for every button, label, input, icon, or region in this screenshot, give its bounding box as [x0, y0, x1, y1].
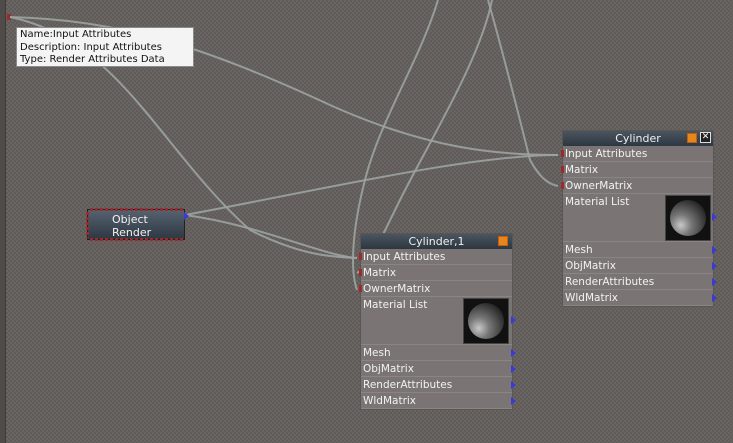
port-mesh[interactable]: Mesh — [563, 242, 717, 258]
node-graph-canvas[interactable]: Name:Input Attributes Description: Input… — [0, 0, 733, 443]
object-render-line2: Render — [112, 226, 152, 239]
object-render-node[interactable]: Object Render — [86, 208, 189, 241]
close-icon[interactable]: ✕ — [700, 132, 711, 143]
object-render-output-pin[interactable] — [184, 212, 189, 220]
offscreen-input-pin[interactable] — [7, 14, 11, 20]
node-color-button[interactable] — [687, 133, 697, 143]
wire-objrender-to-cylinder-input — [184, 154, 559, 216]
cylinder1-node[interactable]: Cylinder,1 Input Attributes Matrix Owner… — [359, 233, 516, 410]
port-wld-matrix[interactable]: WldMatrix — [361, 393, 516, 409]
tooltip-name: Name:Input Attributes — [20, 29, 132, 40]
wire-objrender-to-cylinder1-input — [184, 214, 358, 259]
cylinder1-node-header[interactable]: Cylinder,1 — [361, 234, 512, 249]
port-obj-matrix[interactable]: ObjMatrix — [361, 361, 516, 377]
port-wld-matrix[interactable]: WldMatrix — [563, 290, 717, 306]
cylinder1-node-title: Cylinder,1 — [408, 235, 465, 248]
material-output-pin[interactable] — [712, 213, 717, 221]
material-list-area: Material List — [563, 194, 717, 242]
material-preview-sphere[interactable] — [665, 195, 711, 241]
port-obj-matrix[interactable]: ObjMatrix — [563, 258, 717, 274]
material-output-pin[interactable] — [511, 316, 516, 324]
cylinder-node[interactable]: Cylinder ✕ Input Attributes Matrix Owner… — [561, 130, 717, 307]
object-render-left-pins[interactable] — [86, 212, 89, 238]
port-tooltip: Name:Input Attributes Description: Input… — [16, 27, 194, 67]
node-color-button[interactable] — [498, 236, 508, 246]
cylinder-node-title: Cylinder — [615, 132, 661, 145]
cylinder-node-header[interactable]: Cylinder ✕ — [563, 131, 713, 146]
port-mesh[interactable]: Mesh — [361, 345, 516, 361]
tooltip-description: Description: Input Attributes — [20, 41, 162, 53]
port-input-attributes[interactable]: Input Attributes — [359, 249, 512, 265]
object-render-line1: Object — [112, 213, 148, 226]
material-list-area: Material List — [361, 297, 516, 345]
port-input-attributes[interactable]: Input Attributes — [561, 146, 713, 162]
canvas-left-edge — [0, 0, 6, 443]
port-matrix[interactable]: Matrix — [561, 162, 713, 178]
port-render-attributes[interactable]: RenderAttributes — [361, 377, 516, 393]
object-render-top-pins[interactable] — [90, 208, 184, 211]
wire-top-to-cylinder-ownermatrix — [487, 0, 559, 187]
material-preview-sphere[interactable] — [463, 298, 509, 344]
port-render-attributes[interactable]: RenderAttributes — [563, 274, 717, 290]
port-owner-matrix[interactable]: OwnerMatrix — [359, 281, 512, 297]
port-owner-matrix[interactable]: OwnerMatrix — [561, 178, 713, 194]
port-matrix[interactable]: Matrix — [359, 265, 512, 281]
tooltip-type: Type: Render Attributes Data — [20, 54, 165, 65]
